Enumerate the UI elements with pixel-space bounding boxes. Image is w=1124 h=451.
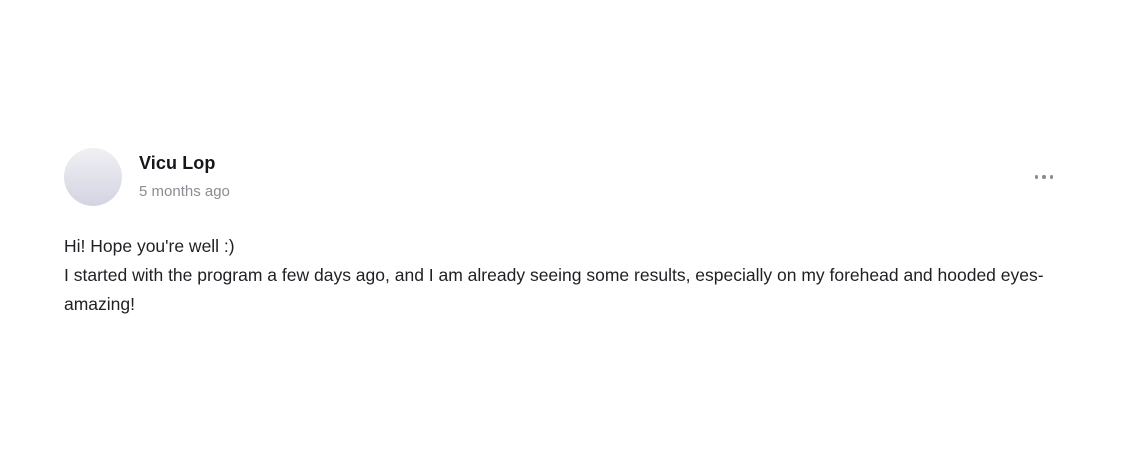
comment-line: Hi! Hope you're well :)	[64, 236, 235, 256]
author-meta: Vicu Lop 5 months ago	[139, 148, 230, 201]
post-timestamp: 5 months ago	[139, 183, 230, 200]
comment-line: I started with the program a few days ag…	[64, 265, 1044, 314]
comment-body: Hi! Hope you're well :) I started with t…	[64, 232, 1064, 319]
more-horizontal-icon-dot	[1049, 175, 1054, 179]
author-name[interactable]: Vicu Lop	[139, 152, 230, 174]
more-options-button[interactable]	[1028, 165, 1060, 189]
comment-header: Vicu Lop 5 months ago	[64, 148, 1064, 208]
more-horizontal-icon	[1034, 175, 1039, 179]
avatar[interactable]	[64, 148, 122, 206]
comment-card: Vicu Lop 5 months ago Hi! Hope you're we…	[64, 148, 1064, 319]
more-horizontal-icon-dot	[1042, 175, 1046, 179]
